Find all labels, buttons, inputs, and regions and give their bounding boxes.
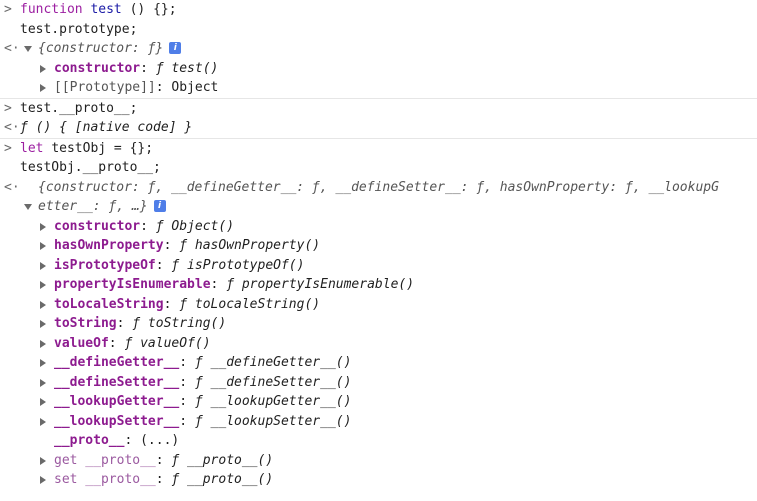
input-line: > function test () {}; bbox=[0, 0, 757, 20]
property-value: ƒ valueOf() bbox=[124, 335, 211, 351]
result-line: <· ƒ () { [native code] } bbox=[0, 118, 757, 138]
property-key: [[Prototype]] bbox=[54, 80, 156, 95]
expand-triangle-icon[interactable] bbox=[40, 84, 46, 92]
property-row[interactable]: __defineSetter__: ƒ __defineSetter__() bbox=[0, 373, 757, 393]
expand-triangle-icon[interactable] bbox=[40, 222, 46, 231]
expand-triangle-icon[interactable] bbox=[40, 359, 46, 367]
property-value: ƒ test() bbox=[155, 60, 219, 76]
property-row[interactable]: toLocaleString: ƒ toLocaleString() bbox=[0, 295, 757, 315]
result-line: <· {constructor: ƒ} i bbox=[0, 39, 757, 59]
property-row[interactable]: get __proto__: ƒ __proto__() bbox=[0, 451, 757, 471]
property-value[interactable]: (...) bbox=[140, 433, 179, 448]
property-key: valueOf bbox=[54, 335, 109, 351]
prompt-chevron-icon: > bbox=[4, 100, 12, 116]
property-key: __proto__ bbox=[54, 433, 125, 448]
property-key: __lookupGetter__ bbox=[54, 394, 180, 409]
result-line: etter__: ƒ, …} i bbox=[0, 197, 757, 217]
property-value: ƒ toString() bbox=[132, 316, 227, 331]
input-line: testObj.__proto__; bbox=[0, 158, 757, 178]
expand-triangle-icon[interactable] bbox=[40, 242, 46, 250]
result-value[interactable]: ƒ () { [native code] } bbox=[20, 118, 192, 138]
property-key: hasOwnProperty bbox=[54, 238, 164, 253]
property-key: toLocaleString bbox=[54, 296, 164, 312]
property-key: set __proto__ bbox=[54, 472, 156, 487]
expand-triangle-icon[interactable] bbox=[24, 46, 32, 52]
expand-triangle-icon[interactable] bbox=[40, 261, 46, 270]
property-row[interactable]: constructor: ƒ Object() bbox=[0, 217, 757, 237]
result-arrow-icon: <· bbox=[4, 120, 20, 135]
expand-triangle-icon[interactable] bbox=[40, 398, 46, 406]
expand-triangle-icon[interactable] bbox=[40, 300, 46, 309]
object-summary[interactable]: {constructor: ƒ, __defineGetter__: ƒ, __… bbox=[38, 178, 719, 198]
property-row[interactable]: constructor: ƒ test() bbox=[0, 59, 757, 79]
property-key: constructor bbox=[54, 218, 141, 234]
property-value: ƒ __proto__() bbox=[171, 472, 274, 487]
property-key: toString bbox=[54, 316, 117, 331]
property-key: __lookupSetter__ bbox=[54, 413, 180, 429]
expand-triangle-icon[interactable] bbox=[40, 476, 46, 484]
expand-triangle-icon[interactable] bbox=[40, 320, 46, 328]
property-row[interactable]: hasOwnProperty: ƒ hasOwnProperty() bbox=[0, 236, 757, 256]
input-code[interactable]: test.prototype; bbox=[20, 20, 137, 40]
expand-triangle-icon[interactable] bbox=[24, 204, 32, 210]
expand-triangle-icon[interactable] bbox=[40, 417, 46, 426]
property-key: isPrototypeOf bbox=[54, 257, 156, 273]
input-code[interactable]: let testObj = {}; bbox=[20, 139, 153, 159]
input-line: > test.__proto__; bbox=[0, 99, 757, 119]
property-row[interactable]: __defineGetter__: ƒ __defineGetter__() bbox=[0, 353, 757, 373]
expand-triangle-icon[interactable] bbox=[40, 64, 46, 73]
property-value: ƒ Object() bbox=[155, 218, 235, 234]
property-value: ƒ isPrototypeOf() bbox=[171, 257, 305, 273]
console-entry: > let testObj = {}; testObj.__proto__; <… bbox=[0, 139, 757, 490]
property-row[interactable]: isPrototypeOf: ƒ isPrototypeOf() bbox=[0, 256, 757, 276]
result-arrow-icon: <· bbox=[4, 41, 20, 56]
property-value: Object bbox=[171, 80, 219, 95]
input-code[interactable]: function test () {}; bbox=[20, 0, 177, 20]
property-value: ƒ __lookupSetter__() bbox=[194, 413, 352, 429]
result-arrow-icon: <· bbox=[4, 179, 20, 195]
property-row[interactable]: valueOf: ƒ valueOf() bbox=[0, 334, 757, 354]
property-key: constructor bbox=[54, 60, 141, 76]
property-key: __defineGetter__ bbox=[54, 355, 180, 370]
property-value: ƒ __defineSetter__() bbox=[194, 374, 352, 390]
property-row[interactable]: __lookupSetter__: ƒ __lookupSetter__() bbox=[0, 412, 757, 432]
property-key: propertyIsEnumerable bbox=[54, 277, 211, 292]
object-summary[interactable]: {constructor: ƒ} i bbox=[38, 39, 182, 59]
property-row[interactable]: propertyIsEnumerable: ƒ propertyIsEnumer… bbox=[0, 275, 757, 295]
devtools-console: > function test () {}; test.prototype; <… bbox=[0, 0, 757, 490]
property-value: ƒ __lookupGetter__() bbox=[194, 394, 352, 409]
expand-triangle-icon[interactable] bbox=[40, 339, 46, 348]
console-entry: > function test () {}; test.prototype; <… bbox=[0, 0, 757, 99]
object-summary[interactable]: etter__: ƒ, …} i bbox=[38, 197, 166, 217]
prompt-chevron-icon: > bbox=[4, 2, 12, 17]
input-line: > let testObj = {}; bbox=[0, 139, 757, 159]
property-key: __defineSetter__ bbox=[54, 374, 180, 390]
property-value: ƒ propertyIsEnumerable() bbox=[226, 277, 415, 292]
expand-triangle-icon[interactable] bbox=[40, 456, 46, 465]
property-value: ƒ hasOwnProperty() bbox=[179, 238, 321, 253]
property-row[interactable]: __proto__: (...) bbox=[0, 431, 757, 451]
result-line: <· {constructor: ƒ, __defineGetter__: ƒ,… bbox=[0, 178, 757, 198]
info-icon[interactable]: i bbox=[153, 199, 166, 212]
property-row[interactable]: [[Prototype]]: Object bbox=[0, 78, 757, 98]
prompt-chevron-icon: > bbox=[4, 140, 12, 156]
input-code[interactable]: testObj.__proto__; bbox=[20, 158, 161, 178]
input-line: test.prototype; bbox=[0, 20, 757, 40]
expand-triangle-icon[interactable] bbox=[40, 378, 46, 387]
property-row[interactable]: set __proto__: ƒ __proto__() bbox=[0, 470, 757, 490]
property-value: ƒ toLocaleString() bbox=[179, 296, 321, 312]
console-entry: > test.__proto__; <· ƒ () { [native code… bbox=[0, 99, 757, 139]
expand-triangle-icon[interactable] bbox=[40, 281, 46, 289]
property-value: ƒ __proto__() bbox=[171, 452, 274, 468]
property-row[interactable]: toString: ƒ toString() bbox=[0, 314, 757, 334]
property-value: ƒ __defineGetter__() bbox=[194, 355, 352, 370]
input-code[interactable]: test.__proto__; bbox=[20, 99, 137, 119]
info-icon[interactable]: i bbox=[169, 41, 182, 54]
property-row[interactable]: __lookupGetter__: ƒ __lookupGetter__() bbox=[0, 392, 757, 412]
property-key: get __proto__ bbox=[54, 452, 156, 468]
